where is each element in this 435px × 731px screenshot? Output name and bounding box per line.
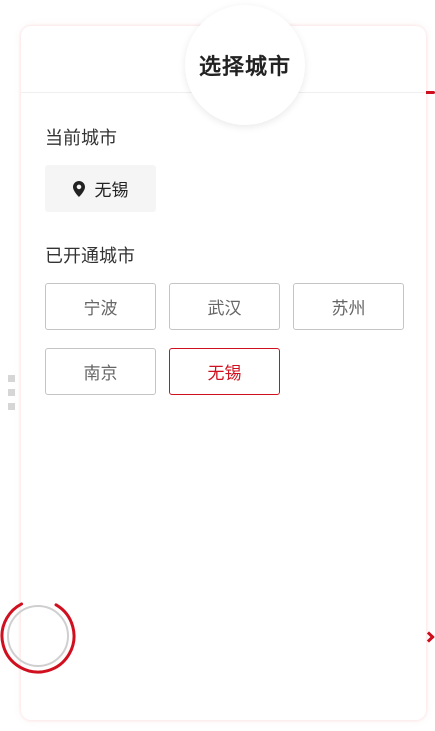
city-picker-card: 选择城市 当前城市 无锡 已开通城市 宁波 武汉 苏州 南京 无锡 bbox=[21, 5, 426, 720]
city-option-suzhou[interactable]: 苏州 bbox=[293, 283, 404, 330]
title-bubble: 选择城市 bbox=[185, 5, 305, 125]
city-option-wuhan[interactable]: 武汉 bbox=[169, 283, 280, 330]
city-option-nanjing[interactable]: 南京 bbox=[45, 348, 156, 395]
background-side-dots bbox=[8, 375, 15, 417]
current-city-name: 无锡 bbox=[94, 181, 129, 201]
page-title: 选择城市 bbox=[198, 55, 291, 80]
opened-cities-label: 已开通城市 bbox=[45, 246, 135, 267]
city-option-wuxi-selected[interactable]: 无锡 bbox=[169, 348, 280, 395]
city-picker-screen: 选择城市 当前城市 无锡 已开通城市 宁波 武汉 苏州 南京 无锡 bbox=[0, 0, 435, 731]
current-city-label: 当前城市 bbox=[45, 128, 117, 149]
current-city-chip[interactable]: 无锡 bbox=[45, 165, 156, 212]
city-option-ningbo[interactable]: 宁波 bbox=[45, 283, 156, 330]
loading-spinner-icon bbox=[0, 598, 76, 674]
location-pin-icon bbox=[72, 180, 85, 197]
